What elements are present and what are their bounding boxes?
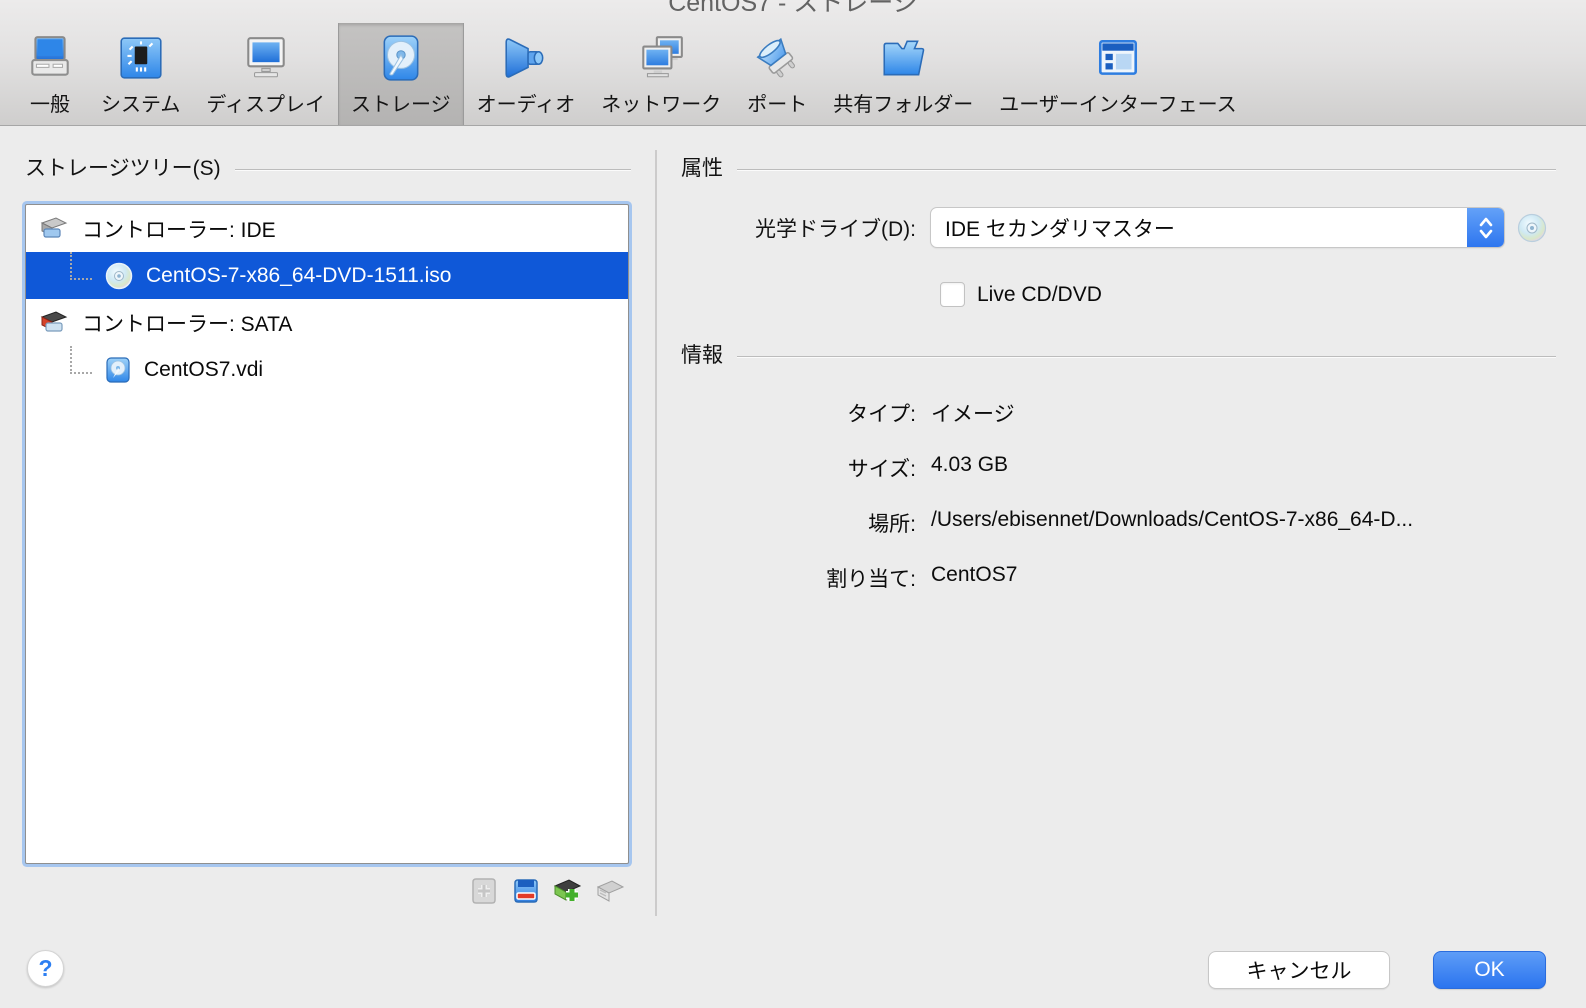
- tree-row-controller-ide[interactable]: コントローラー: IDE: [26, 205, 628, 252]
- tree-row-label: CentOS-7-x86_64-DVD-1511.iso: [146, 263, 452, 287]
- info-location-value: /Users/ebisennet/Downloads/CentOS-7-x86_…: [931, 508, 1414, 531]
- toolbar-label: ポート: [747, 94, 808, 116]
- tree-connector: [70, 345, 92, 374]
- optical-drive-label: 光学ドライブ(D):: [755, 217, 916, 241]
- help-button[interactable]: ?: [27, 950, 64, 987]
- toolbar-label: ディスプレイ: [206, 94, 326, 116]
- tree-row-centos-vdi[interactable]: CentOS7.vdi: [26, 345, 628, 393]
- general-icon: [25, 33, 75, 83]
- toolbar-item-user-interface[interactable]: ユーザーインターフェース: [986, 23, 1249, 125]
- remove-controller-button[interactable]: [593, 874, 627, 908]
- toolbar-item-network[interactable]: ネットワーク: [588, 23, 734, 125]
- sata-controller-icon: [40, 310, 68, 332]
- tree-row-controller-sata[interactable]: コントローラー: SATA: [26, 299, 628, 346]
- info-type-label: タイプ:: [847, 403, 916, 426]
- ok-button[interactable]: OK: [1433, 951, 1546, 989]
- system-icon: [116, 33, 166, 83]
- toolbar-label: ユーザーインターフェース: [999, 94, 1237, 116]
- toolbar-item-ports[interactable]: ポート: [734, 23, 820, 125]
- add-controller-button[interactable]: [551, 874, 585, 908]
- live-cd-checkbox[interactable]: [940, 282, 965, 307]
- tree-connector: [70, 251, 92, 280]
- live-cd-label: Live CD/DVD: [977, 282, 1102, 306]
- optical-drive-value: IDE セカンダリマスター: [945, 217, 1175, 241]
- info-size-value: 4.03 GB: [931, 453, 1009, 476]
- storage-tree-title: ストレージツリー(S): [25, 157, 221, 180]
- live-cd-row: Live CD/DVD: [940, 282, 1102, 307]
- optical-drive-row: 光学ドライブ(D): IDE セカンダリマスター: [681, 207, 1556, 248]
- information-grid: タイプ: イメージ サイズ: 4.03 GB 場所: /Users/ebisen…: [681, 398, 1556, 593]
- info-type-value: イメージ: [931, 403, 1015, 426]
- panel-divider: [655, 150, 657, 916]
- window-title: CentOS7 - ストレージ: [668, 0, 918, 17]
- add-hard-disk-button[interactable]: [467, 874, 501, 908]
- user-interface-icon: [1093, 33, 1143, 83]
- tree-row-label: CentOS7.vdi: [144, 357, 264, 381]
- toolbar-label: 一般: [30, 94, 70, 116]
- toolbar-label: オーディオ: [476, 94, 576, 116]
- toolbar-item-system[interactable]: システム: [88, 23, 193, 125]
- cancel-button[interactable]: キャンセル: [1208, 951, 1390, 989]
- port-icon: [752, 33, 802, 83]
- storage-icon: [376, 33, 426, 83]
- tree-row-label: コントローラー: IDE: [82, 218, 276, 242]
- divider-line: [737, 168, 1556, 171]
- attributes-title: 属性: [681, 157, 723, 180]
- audio-icon: [501, 33, 551, 83]
- hard-disk-icon: [106, 356, 130, 383]
- toolbar-item-audio[interactable]: オーディオ: [464, 23, 589, 125]
- info-location-label: 場所:: [868, 513, 916, 536]
- remove-attachment-button[interactable]: [509, 874, 543, 908]
- divider-line: [737, 355, 1556, 358]
- display-icon: [241, 33, 291, 83]
- shared-folder-icon: [878, 33, 928, 83]
- toolbar-item-display[interactable]: ディスプレイ: [193, 23, 338, 125]
- info-size-label: サイズ:: [847, 458, 916, 481]
- storage-tree-actions: [25, 874, 627, 908]
- chevron-updown-icon: [1467, 208, 1504, 247]
- storage-tree: コントローラー: IDE CentOS-7-x86_64-DVD-1511.is…: [25, 204, 629, 864]
- info-attached-label: 割り当て:: [826, 568, 916, 591]
- information-header: 情報: [681, 339, 1556, 369]
- network-icon: [636, 33, 686, 83]
- choose-disc-button[interactable]: [1516, 212, 1548, 244]
- attributes-header: 属性: [681, 152, 1556, 182]
- info-attached-value: CentOS7: [931, 563, 1018, 586]
- optical-disc-icon: [105, 262, 133, 289]
- toolbar-label: 共有フォルダー: [833, 94, 974, 116]
- storage-tree-header: ストレージツリー(S): [25, 152, 631, 182]
- tree-row-label: コントローラー: SATA: [82, 312, 293, 336]
- toolbar-item-general[interactable]: 一般: [12, 23, 88, 125]
- toolbar-label: ストレージ: [351, 94, 451, 116]
- toolbar-label: システム: [101, 94, 181, 116]
- divider-line: [234, 168, 631, 171]
- storage-settings-dialog: CentOS7 - ストレージ 一般 システム ディスプレイ ストレージ オーデ…: [0, 0, 1586, 1008]
- toolbar-item-shared-folders[interactable]: 共有フォルダー: [820, 23, 986, 125]
- toolbar-item-storage[interactable]: ストレージ: [338, 23, 464, 125]
- tree-row-centos-iso[interactable]: CentOS-7-x86_64-DVD-1511.iso: [26, 251, 628, 299]
- information-title: 情報: [681, 344, 723, 367]
- toolbar-label: ネットワーク: [601, 94, 722, 116]
- ide-controller-icon: [40, 216, 68, 238]
- optical-drive-select[interactable]: IDE セカンダリマスター: [930, 207, 1505, 248]
